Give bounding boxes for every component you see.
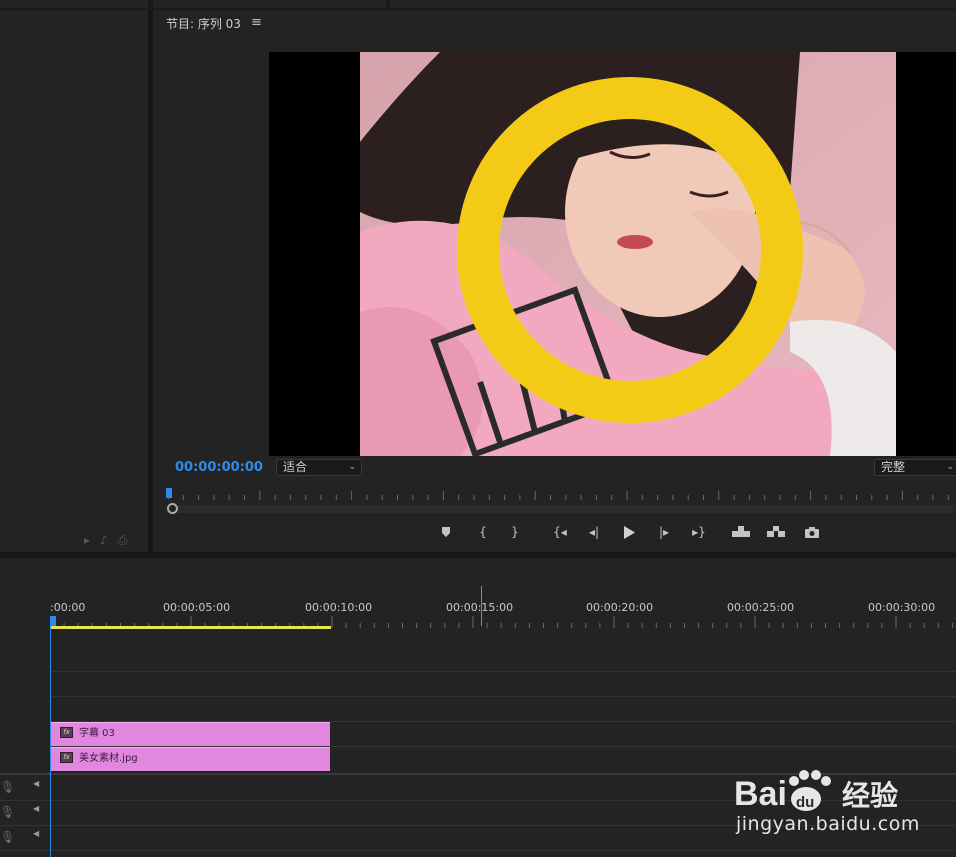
go-to-out-button[interactable]: ▸} — [688, 522, 710, 542]
export-panel-icon[interactable]: ⎙ — [118, 533, 138, 547]
microphone-icon[interactable]: 🎙 — [0, 805, 15, 819]
extract-button[interactable] — [765, 522, 787, 542]
microphone-icon[interactable]: 🎙 — [0, 780, 15, 794]
mark-in-button[interactable]: { — [472, 522, 494, 542]
extract-icon — [767, 526, 785, 537]
export-frame-button[interactable] — [801, 522, 823, 542]
mouse-cursor — [481, 586, 482, 626]
track-divider — [50, 671, 956, 672]
ruler-label: :00:00 — [50, 601, 86, 614]
camera-icon — [805, 526, 819, 538]
ruler-label: 00:00:10:00 — [305, 601, 373, 614]
go-to-out-icon: ▸} — [692, 525, 706, 539]
quality-value: 完整 — [881, 460, 906, 474]
panel-footer-icons: ▸♪⎙ — [84, 533, 137, 548]
chevron-down-icon: ⌄ — [946, 462, 954, 472]
lift-icon — [732, 526, 750, 537]
preview-image — [360, 52, 896, 456]
preview-photo — [360, 52, 896, 456]
zoom-fit-value: 适合 — [283, 460, 308, 474]
mark-out-button[interactable]: } — [504, 522, 526, 542]
chevron-down-icon: ⌄ — [348, 462, 356, 472]
mark-in-icon: { — [479, 525, 487, 539]
logo-cn: 经验 — [842, 779, 898, 812]
ruler-label: 00:00:25:00 — [727, 601, 795, 614]
work-area-bar[interactable] — [50, 626, 331, 629]
fx-badge: fx — [60, 752, 73, 763]
clip-label: 字幕 03 — [79, 728, 115, 739]
zoom-fit-select[interactable]: 适合 ⌄ — [276, 459, 362, 476]
collapse-triangle-icon[interactable]: ◀ — [33, 804, 39, 813]
ruler-label: 00:00:30:00 — [868, 601, 936, 614]
ruler-label: 00:00:20:00 — [586, 601, 654, 614]
go-to-in-icon: {◂ — [553, 525, 567, 539]
fx-badge: fx — [60, 727, 73, 738]
add-marker-button[interactable] — [435, 522, 457, 542]
watermark-url: jingyan.baidu.com — [736, 813, 920, 835]
track-divider — [50, 696, 956, 697]
step-back-icon: ◂| — [588, 525, 600, 539]
go-to-in-button[interactable]: {◂ — [549, 522, 571, 542]
scrollbar-handle[interactable] — [167, 503, 178, 514]
play-icon — [624, 525, 635, 539]
step-back-button[interactable]: ◂| — [583, 522, 605, 542]
ruler-label: 00:00:05:00 — [163, 601, 231, 614]
timeline-clip[interactable]: fx 美女素材.jpg — [51, 747, 330, 771]
step-forward-button[interactable]: |▸ — [653, 522, 675, 542]
logo-du: du — [796, 794, 814, 811]
lift-button[interactable] — [730, 522, 752, 542]
play-button[interactable] — [618, 522, 640, 542]
clip-label: 美女素材.jpg — [79, 753, 138, 764]
top-panel-strip — [0, 0, 956, 10]
collapse-triangle-icon[interactable]: ◀ — [33, 779, 39, 788]
monitor-playhead[interactable] — [166, 488, 172, 498]
marker-icon — [442, 527, 450, 537]
track-divider — [0, 850, 956, 851]
hamburger-icon[interactable]: ≡ — [251, 15, 262, 30]
timeline-playhead[interactable] — [50, 616, 56, 626]
timeline-playhead-line[interactable] — [50, 620, 51, 857]
logo-bai: Bai — [734, 775, 787, 813]
source-panel — [0, 10, 148, 552]
playhead-timecode[interactable]: 00:00:00:00 — [175, 460, 263, 475]
collapse-triangle-icon[interactable]: ◀ — [33, 829, 39, 838]
step-forward-icon: |▸ — [658, 525, 670, 539]
audio-insert-icon[interactable]: ▸♪ — [84, 533, 118, 547]
mark-out-icon: } — [511, 525, 519, 539]
ruler-label: 00:00:15:00 — [446, 601, 514, 614]
monitor-title[interactable]: 节目: 序列 03 — [166, 15, 241, 32]
microphone-icon[interactable]: 🎙 — [0, 830, 15, 844]
timeline-clip[interactable]: fx 字幕 03 — [51, 722, 330, 746]
zoom-scrollbar[interactable] — [168, 505, 956, 513]
playback-quality-select[interactable]: 完整 ⌄ — [874, 459, 956, 476]
monitor-time-ruler[interactable] — [168, 490, 956, 502]
